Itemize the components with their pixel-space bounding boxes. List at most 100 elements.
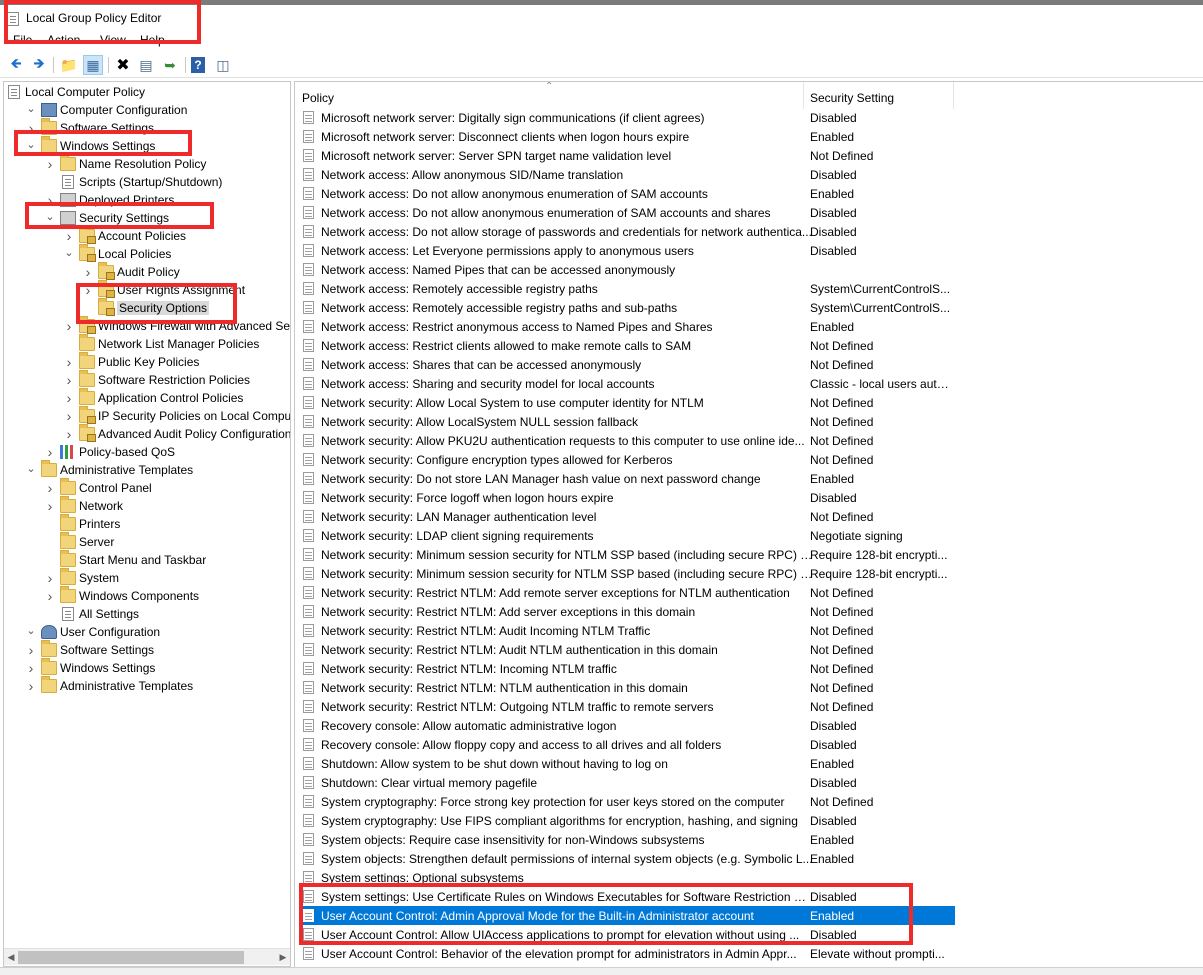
policy-row[interactable]: Network access: Remotely accessible regi… [300,279,955,298]
tree-item-public-key-policies[interactable]: › Public Key Policies [63,352,199,371]
view-icon[interactable]: ◫ [213,55,233,75]
policy-row[interactable]: User Account Control: Behavior of the el… [300,944,955,963]
policy-row[interactable]: Network access: Do not allow storage of … [300,222,955,241]
menu-help[interactable]: Help [140,33,165,47]
tree-item-administrative-templates[interactable]: ⌄ Administrative Templates [25,460,193,479]
policy-row[interactable]: Microsoft network server: Server SPN tar… [300,146,955,165]
tree-item-computer-configuration[interactable]: ⌄ Computer Configuration [25,101,187,119]
policy-row[interactable]: System objects: Require case insensitivi… [300,830,955,849]
column-header-policy[interactable]: Policy [295,82,804,109]
tree-item-control-panel[interactable]: › Control Panel [44,478,152,497]
tree-item-system[interactable]: › System [44,568,119,587]
policy-row[interactable]: Shutdown: Clear virtual memory pagefile D… [300,773,955,792]
expand-icon[interactable]: › [63,318,75,334]
policy-row[interactable]: Network security: Minimum session securi… [300,545,955,564]
tree-item-local-computer-policy[interactable]: Local Computer Policy [6,83,145,101]
scrollbar-thumb[interactable] [18,951,244,964]
up-folder-icon[interactable]: 📁 [59,55,79,75]
policy-row[interactable]: Network security: Force logoff when logo… [300,488,955,507]
policy-row[interactable]: Network security: Restrict NTLM: Add ser… [300,602,955,621]
expand-icon[interactable]: › [44,480,56,496]
menu-file[interactable]: File [13,33,32,47]
help-icon[interactable]: ? [191,57,205,73]
policy-row[interactable]: Network security: Allow LocalSystem NULL… [300,412,955,431]
expand-icon[interactable]: › [44,588,56,604]
expand-icon[interactable]: › [63,372,75,388]
column-header-security-setting[interactable]: Security Setting [804,82,954,109]
policy-row[interactable]: System objects: Strengthen default permi… [300,849,955,868]
tree-item-name-resolution-policy[interactable]: › Name Resolution Policy [44,154,206,173]
policy-row[interactable]: Network security: Restrict NTLM: Outgoin… [300,697,955,716]
tree-item-scripts-startup-shutdown[interactable]: Scripts (Startup/Shutdown) [44,173,222,191]
collapse-icon[interactable]: ⌄ [44,210,56,223]
policy-row[interactable]: System cryptography: Force strong key pr… [300,792,955,811]
policy-row[interactable]: Recovery console: Allow automatic admini… [300,716,955,735]
expand-icon[interactable]: › [25,678,37,694]
policy-row[interactable]: Recovery console: Allow floppy copy and … [300,735,955,754]
tree-item-software-settings[interactable]: › Software Settings [25,640,154,659]
tree-item-server[interactable]: Server [44,532,114,551]
expand-icon[interactable]: › [25,120,37,136]
console-tree[interactable]: Local Computer Policy ⌄ Computer Configura… [3,81,291,967]
policy-row[interactable]: Network security: Restrict NTLM: Audit N… [300,640,955,659]
tree-item-user-rights-assignment[interactable]: › User Rights Assignment [82,280,245,299]
policy-row[interactable]: Network security: LAN Manager authentica… [300,507,955,526]
forward-icon[interactable]: 🡺 [29,55,49,75]
collapse-icon[interactable]: ⌄ [63,246,75,259]
tree-item-network[interactable]: › Network [44,496,123,515]
policy-row[interactable]: System cryptography: Use FIPS compliant … [300,811,955,830]
policy-row[interactable]: Network access: Let Everyone permissions… [300,241,955,260]
tree-horizontal-scrollbar[interactable]: ◀ ▶ [4,948,290,965]
expand-icon[interactable]: › [25,642,37,658]
tree-item-windows-settings[interactable]: ⌄ Windows Settings [25,136,155,155]
tree-item-start-menu-and-taskbar[interactable]: Start Menu and Taskbar [44,550,206,569]
tree-item-windows-components[interactable]: › Windows Components [44,586,199,605]
tree-item-administrative-templates[interactable]: › Administrative Templates [25,676,193,695]
tree-item-policy-based-qos[interactable]: › Policy-based QoS [44,443,175,461]
policy-row[interactable]: System settings: Use Certificate Rules o… [300,887,955,906]
tree-item-advanced-audit-policy-configuration[interactable]: › Advanced Audit Policy Configuration [63,424,290,443]
tree-item-software-settings[interactable]: › Software Settings [25,118,154,137]
policy-row[interactable]: Network access: Remotely accessible regi… [300,298,955,317]
tree-item-security-settings[interactable]: ⌄ Security Settings [44,209,169,227]
tree-item-all-settings[interactable]: All Settings [44,605,139,623]
policy-row[interactable]: Network security: Restrict NTLM: Add rem… [300,583,955,602]
tree-item-application-control-policies[interactable]: › Application Control Policies [63,388,243,407]
scroll-right-icon[interactable]: ▶ [276,951,290,964]
policy-row[interactable]: System settings: Optional subsystems [300,868,955,887]
menu-view[interactable]: View [100,33,126,47]
collapse-icon[interactable]: ⌄ [25,102,37,115]
back-icon[interactable]: 🡸 [6,55,26,75]
policy-row[interactable]: Network access: Restrict clients allowed… [300,336,955,355]
policy-row[interactable]: Network security: LDAP client signing re… [300,526,955,545]
delete-icon[interactable]: ✖ [113,55,133,75]
tree-item-ip-security-policies-on-local-computer[interactable]: › IP Security Policies on Local Computer [63,406,290,425]
policy-row[interactable]: Network access: Allow anonymous SID/Name… [300,165,955,184]
policy-row[interactable]: Network security: Allow Local System to … [300,393,955,412]
policy-row[interactable]: Network security: Restrict NTLM: NTLM au… [300,678,955,697]
policy-row[interactable]: Network access: Named Pipes that can be … [300,260,955,279]
expand-icon[interactable]: › [63,228,75,244]
policy-row[interactable]: Network access: Restrict anonymous acces… [300,317,955,336]
policy-row[interactable]: Microsoft network server: Digitally sign… [300,108,955,127]
tree-item-windows-settings[interactable]: › Windows Settings [25,658,155,677]
policy-row[interactable]: Network access: Shares that can be acces… [300,355,955,374]
menu-action[interactable]: Action [47,33,80,47]
expand-icon[interactable]: › [82,264,94,280]
policy-row[interactable]: User Account Control: Admin Approval Mod… [300,906,955,925]
show-hide-tree-icon[interactable]: ▦ [83,55,103,75]
policy-row[interactable]: Network security: Restrict NTLM: Audit I… [300,621,955,640]
export-list-icon[interactable]: ➥ [160,55,180,75]
expand-icon[interactable]: › [44,156,56,172]
scroll-left-icon[interactable]: ◀ [4,951,18,964]
tree-item-user-configuration[interactable]: ⌄ User Configuration [25,623,160,641]
tree-item-printers[interactable]: Printers [44,514,120,533]
tree-item-security-options[interactable]: Security Options [82,298,210,317]
policy-row[interactable]: Network access: Do not allow anonymous e… [300,184,955,203]
expand-icon[interactable]: › [44,570,56,586]
tree-item-account-policies[interactable]: › Account Policies [63,226,186,245]
expand-icon[interactable]: › [44,498,56,514]
policy-row[interactable]: Network access: Sharing and security mod… [300,374,955,393]
policy-row[interactable]: Network access: Do not allow anonymous e… [300,203,955,222]
collapse-icon[interactable]: ⌄ [25,624,37,637]
